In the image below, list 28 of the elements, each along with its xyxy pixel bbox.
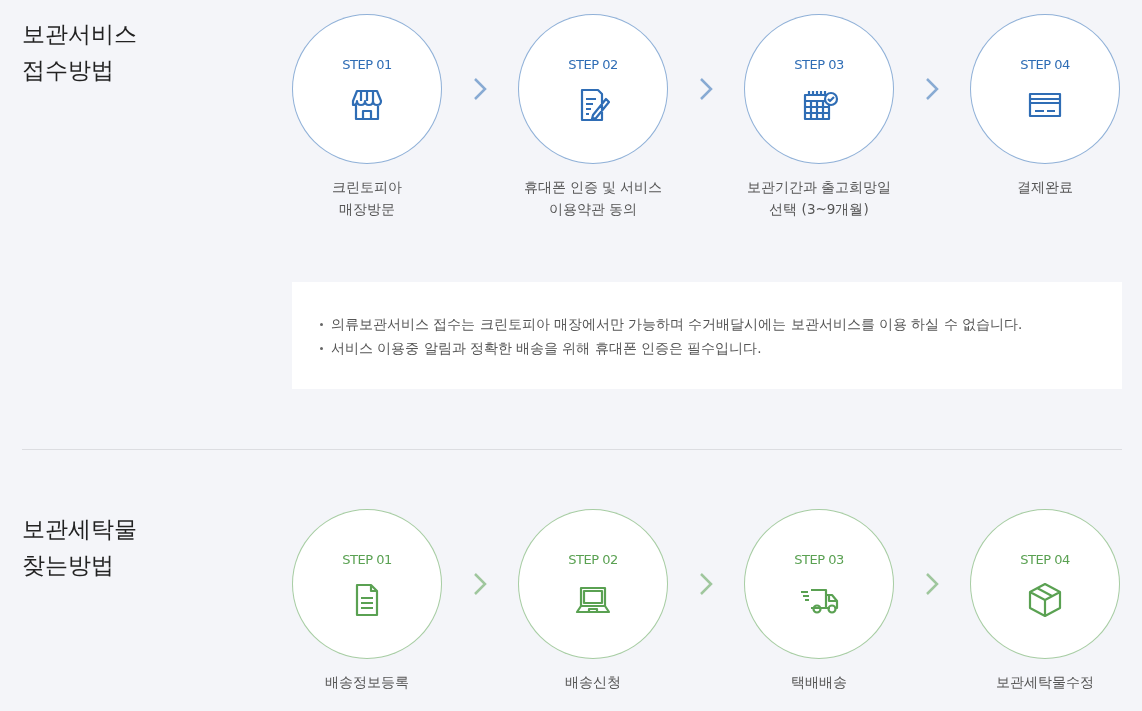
step-label: 크린토피아 매장방문: [332, 178, 402, 219]
chevron-right-icon: [698, 572, 714, 596]
step-number: STEP 02: [568, 551, 618, 569]
step-number: STEP 01: [342, 551, 392, 569]
chevron-right-icon: [698, 77, 714, 101]
bullet-icon: [320, 346, 323, 350]
step-label: 배송신청: [565, 673, 621, 692]
step-number: STEP 04: [1020, 56, 1070, 74]
step-number: STEP 03: [794, 56, 844, 74]
bullet-icon: [320, 322, 323, 326]
step-label: 보관기간과 출고희망일 선택 (3~9개월): [746, 178, 892, 219]
step-number: STEP 01: [342, 56, 392, 74]
chevron-right-icon: [472, 77, 488, 101]
chevron-right-icon: [924, 572, 940, 596]
section-title: 보관서비스 접수방법: [22, 20, 138, 85]
step-number: STEP 03: [794, 551, 844, 569]
step-number: STEP 02: [568, 56, 618, 74]
chevron-right-icon: [924, 77, 940, 101]
step-number: STEP 04: [1020, 551, 1070, 569]
step-label: 결제완료: [1017, 178, 1073, 197]
step-label: 보관세탁물수정: [996, 673, 1094, 692]
section-title: 보관세탁물 찾는방법: [22, 515, 138, 580]
chevron-right-icon: [472, 572, 488, 596]
step-label: 택배배송: [791, 673, 847, 692]
notice-text: 의류보관서비스 접수는 크린토피아 매장에서만 가능하며 수거배달시에는 보관서비스를 이용 하실 수 없습니다.: [331, 315, 1023, 334]
notice-text: 서비스 이용중 알림과 정확한 배송을 위해 휴대폰 인증은 필수입니다.: [331, 339, 762, 358]
step-label: 배송정보등록: [325, 673, 409, 692]
step-label: 휴대폰 인증 및 서비스 이용약관 동의: [523, 178, 663, 219]
